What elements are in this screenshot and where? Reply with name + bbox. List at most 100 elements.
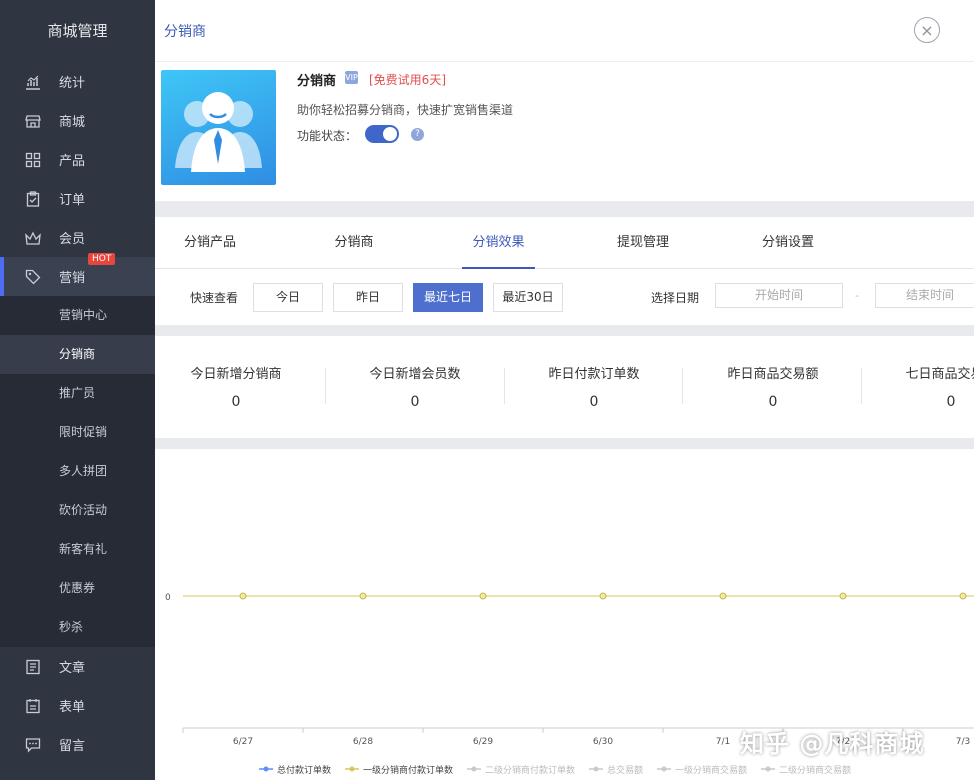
data-point [479,592,487,600]
x-tick-label: 6/27 [233,737,253,747]
trial-badge: [免费试用6天] [369,73,446,87]
submenu-item-group-buy[interactable]: 多人拼团 [0,452,155,491]
sidebar-item-forms[interactable]: 表单 [0,686,155,725]
stat-value: 0 [231,394,241,410]
legend-marker [471,766,477,772]
tab-withdrawal-management[interactable]: 提现管理 [615,217,671,269]
data-point [239,592,247,600]
stat-title: 今日新增会员数 [369,367,461,382]
stat-divider [861,368,862,404]
tab-distributors[interactable]: 分销商 [333,217,375,269]
legend-marker [661,766,667,772]
data-point [839,592,847,600]
quick-view-label: 快速查看 [190,291,239,305]
submenu-item-new-customer-gift[interactable]: 新客有礼 [0,530,155,569]
submenu-item-promoter[interactable]: 推广员 [0,374,155,413]
submenu-item-bargain[interactable]: 砍价活动 [0,491,155,530]
stat-new-members: 今日新增会员数 0 [334,336,496,438]
tab-bar: 分销产品 分销商 分销效果 提现管理 分销设置 [155,217,974,269]
status-label: 功能状态： [297,129,358,143]
tab-distribution-settings[interactable]: 分销设置 [760,217,816,269]
legend-marker [263,766,269,772]
x-tick-label: 7/1 [716,737,730,747]
form-icon [24,697,42,715]
date-separator: - [855,289,859,302]
stat-title: 昨日付款订单数 [548,367,640,382]
sidebar-item-label: 商城 [59,115,86,130]
last-30-days-button[interactable]: 最近30日 [493,283,563,312]
sidebar-item-messages[interactable]: 留言 [0,725,155,764]
start-date-input[interactable]: 开始时间 [715,283,843,308]
legend-marker [593,766,599,772]
legend-label: 一级分销商交易额 [675,764,747,776]
stat-new-distributors: 今日新增分销商 0 [155,336,317,438]
data-point [959,592,967,600]
data-point [359,592,367,600]
crown-icon [24,229,42,247]
stat-value: 0 [946,394,956,410]
message-icon [24,736,42,754]
sidebar-item-label: 留言 [59,739,86,754]
submenu-item-coupon[interactable]: 优惠券 [0,569,155,608]
function-status-toggle[interactable] [365,125,399,143]
sidebar-item-label: 表单 [59,700,86,715]
x-tick-label: 6/30 [593,737,613,747]
today-button[interactable]: 今日 [253,283,323,312]
yesterday-button[interactable]: 昨日 [333,283,403,312]
distributor-logo [161,70,276,185]
help-icon[interactable]: ? [411,128,424,141]
sidebar-item-label: 营销 [59,271,86,286]
stat-value: 0 [768,394,778,410]
end-date-input[interactable]: 结束时间 [875,283,974,308]
sidebar-item-orders[interactable]: 订单 [0,179,155,218]
stat-yesterday-sales: 昨日商品交易额 0 [692,336,854,438]
sidebar-title: 商城管理 [47,22,108,40]
tab-distribution-effect[interactable]: 分销效果 [462,217,535,269]
data-point [599,592,607,600]
filter-bar: 快速查看 今日 昨日 最近七日 最近30日 选择日期 开始时间 - 结束时间 [155,269,974,325]
last-7-days-button[interactable]: 最近七日 [413,283,483,312]
submenu-item-flash-promo[interactable]: 限时促销 [0,413,155,452]
stat-value: 0 [410,394,420,410]
close-button[interactable]: × [914,17,940,43]
x-tick-label: 7/3 [956,737,970,747]
stat-seven-day-sales: 七日商品交易额 0 [870,336,974,438]
sidebar-item-articles[interactable]: 文章 [0,647,155,686]
hot-badge: HOT [88,253,116,265]
main-panel: 分销商 × 分销商 VIP [免费试用6天] 助你轻松招募分销商，快速扩宽销售渠… [155,0,974,780]
plugin-card: 分销商 VIP [免费试用6天] 助你轻松招募分销商，快速扩宽销售渠道 功能状态… [155,62,974,201]
plugin-name: 分销商 [297,74,337,89]
clipboard-icon [24,190,42,208]
legend-marker [765,766,771,772]
sidebar-item-stats[interactable]: 统计 [0,62,155,101]
close-icon: × [920,20,934,40]
sidebar-item-marketing[interactable]: 营销 HOT [0,253,155,296]
tab-distribution-products[interactable]: 分销产品 [182,217,238,269]
article-icon [24,658,42,676]
submenu-item-marketing-center[interactable]: 营销中心 [0,296,155,335]
sidebar-item-label: 统计 [59,76,86,91]
submenu-item-flash-sale[interactable]: 秒杀 [0,608,155,647]
data-point [719,592,727,600]
stat-divider [504,368,505,404]
sidebar-item-label: 订单 [59,193,86,208]
stat-title: 今日新增分销商 [190,367,282,382]
sidebar-item-label: 产品 [59,154,86,169]
sidebar-item-members[interactable]: 会员 [0,218,155,257]
vip-icon: VIP [345,71,358,84]
stat-title: 七日商品交易额 [905,367,974,382]
plugin-description: 助你轻松招募分销商，快速扩宽销售渠道 [297,103,514,117]
stats-panel: 今日新增分销商 0 今日新增会员数 0 昨日付款订单数 0 昨日商品交易额 0 … [155,336,974,438]
legend-label: 一级分销商付款订单数 [363,764,453,776]
select-date-label: 选择日期 [651,291,700,305]
submenu-item-distributor[interactable]: 分销商 [0,335,155,374]
page-title: 分销商 [164,23,206,40]
stat-paid-orders: 昨日付款订单数 0 [513,336,675,438]
store-icon [24,112,42,130]
sidebar-item-label: 文章 [59,661,86,676]
sidebar-item-store[interactable]: 商城 [0,101,155,140]
y-tick-label: 0 [165,593,171,603]
stat-divider [325,368,326,404]
sidebar-item-products[interactable]: 产品 [0,140,155,179]
stat-title: 昨日商品交易额 [727,367,819,382]
